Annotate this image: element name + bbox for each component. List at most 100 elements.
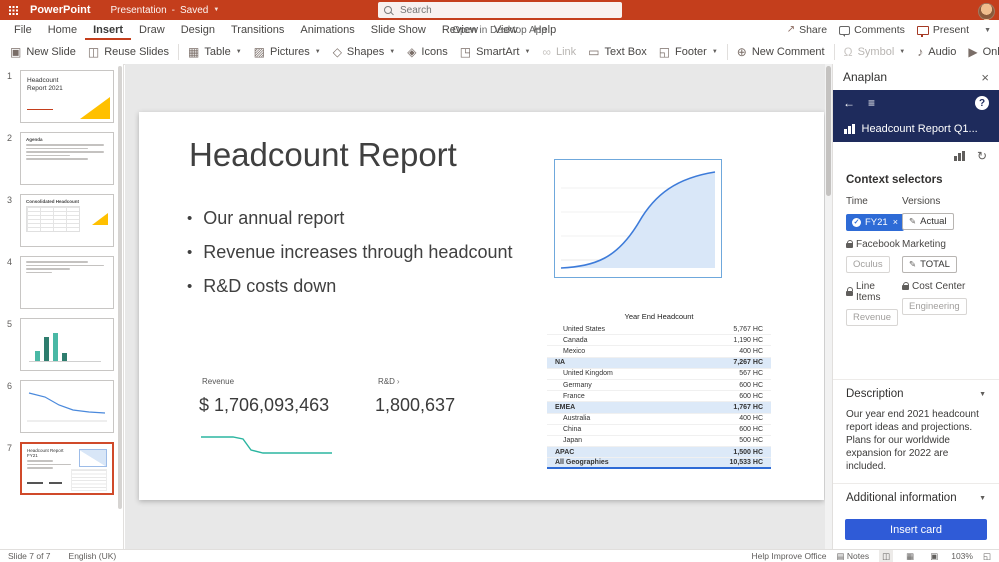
notes-toggle[interactable]: ▤ Notes [837,550,870,562]
slide-thumbnail-6[interactable] [20,380,114,433]
bullet-text: Our annual report [203,208,345,228]
rd-kpi-card[interactable]: R&D › 1,800,637 [375,377,455,416]
slide-thumbnail-3[interactable]: Consolidated Headcount [20,194,114,247]
ribbon-options-chevron-icon[interactable]: ▼ [981,27,994,34]
saved-status[interactable]: Saved [180,5,208,16]
versions-chip[interactable]: ✎ Actual [902,213,954,230]
view-normal-button[interactable]: ◫ [879,549,894,562]
present-icon [916,25,929,37]
view-slide-sorter-button[interactable]: ▦ [903,550,917,562]
mini-bar-chart [35,331,67,361]
document-title[interactable]: Presentation [111,5,167,16]
thumbnails-scrollbar[interactable] [118,66,122,547]
tab-transitions[interactable]: Transitions [223,20,292,40]
footer-icon: ◱ [658,45,671,59]
canvas-scrollbar[interactable] [825,64,832,549]
tab-home[interactable]: Home [40,20,85,40]
search-input[interactable] [398,3,616,17]
tab-draw[interactable]: Draw [131,20,173,40]
new-slide-button[interactable]: ▣ New Slide [4,41,82,63]
axis-line [29,361,101,362]
table-icon: ▦ [188,45,200,59]
card-preview-icon[interactable] [954,151,965,161]
tab-insert[interactable]: Insert [85,20,131,40]
slide-title[interactable]: Headcount Report [189,136,457,174]
chevron-down-icon: ▼ [389,49,396,55]
slide-thumbnail-7-selected[interactable]: Headcount Report FY21 [20,442,114,495]
avatar[interactable] [978,2,995,20]
headcount-table-card[interactable]: Year End Headcount United States 5,767 HC… [547,309,771,470]
new-comment-button[interactable]: ⊕ New Comment [731,41,831,63]
open-in-desktop-button[interactable]: Open in Desktop App [452,20,547,40]
close-icon[interactable]: × [981,71,989,84]
view-slide-show-button[interactable]: ▣ [927,550,941,562]
tab-design[interactable]: Design [173,20,223,40]
search-bar[interactable] [378,2,622,18]
shapes-button[interactable]: ◇ Shapes ▼ [327,41,402,63]
toolbar-label: New Slide [26,46,76,58]
new-slide-icon: ▣ [10,45,22,59]
card-title[interactable]: Headcount Report Q1... [862,123,978,135]
toolbar-label: Footer [675,46,707,58]
additional-info-section-toggle[interactable]: Additional information ▼ [833,484,999,512]
toolbar-label: Pictures [269,46,310,58]
bar-chart-icon [844,124,855,134]
zoom-level[interactable]: 103% [951,550,973,562]
comments-button[interactable]: Comments [839,24,905,37]
revenue-value: $ 1,706,093,463 [199,395,330,415]
slide-thumbnail-4[interactable] [20,256,114,309]
language-button[interactable]: English (UK) [69,550,117,562]
symbol-button: Ω Symbol ▼ [838,41,912,63]
thumbnail-title: Consolidated Headcount [26,199,80,204]
online-video-button[interactable]: ▶ Online Video [962,41,999,63]
toolbar-separator [833,44,835,60]
revenue-kpi-card[interactable]: Revenue $ 1,706,093,463 [199,377,334,460]
slide-thumbnail-5[interactable] [20,318,114,371]
marketing-chip[interactable]: ✎ TOTAL [902,255,957,273]
help-icon[interactable]: ? [975,96,989,110]
context-selectors-heading: Context selectors [846,174,943,186]
table-button[interactable]: ▦ Table ▼ [182,41,248,63]
refresh-icon[interactable]: ↻ [977,150,987,162]
present-button[interactable]: Present [916,24,969,37]
description-section-toggle[interactable]: Description ▼ [833,380,999,408]
text-line [26,268,70,270]
toolbar-label: Text Box [604,46,647,58]
selector-label-cost-center: Cost Center [902,281,986,292]
pictures-button[interactable]: ▨ Pictures ▼ [248,41,327,63]
reuse-slides-button[interactable]: ◫ Reuse Slides [82,41,175,63]
smartart-button[interactable]: ◳ SmartArt ▼ [454,41,537,63]
slide-body-text[interactable]: • Our annual report • Revenue increases … [187,208,512,310]
remove-icon[interactable]: × [893,217,898,227]
slide-thumbnail-2[interactable]: Agenda [20,132,114,185]
toolbar-label: Shapes [346,46,385,58]
selector-label-line-items: Line Items [846,281,902,303]
headcount-chart-card[interactable] [554,159,722,278]
text-box-button[interactable]: ▭ Text Box [582,41,653,63]
fit-slide-icon[interactable]: ◱ [983,550,991,562]
tab-animations[interactable]: Animations [292,20,362,40]
insert-card-button[interactable]: Insert card [845,519,987,540]
edit-icon: ✎ [909,216,917,226]
icons-button[interactable]: ◈ Icons [401,41,454,63]
table-row: Mexico 400 HC [547,346,771,358]
tab-slide-show[interactable]: Slide Show [363,20,434,40]
app-launcher-button[interactable] [0,0,26,20]
back-icon[interactable]: ← [843,97,855,109]
search-icon [384,6,392,14]
chevron-down-icon: ▼ [314,49,321,55]
link-icon: ∞ [542,45,551,59]
menu-icon[interactable]: ≡ [868,97,875,109]
app-name[interactable]: PowerPoint [30,4,91,16]
tab-file[interactable]: File [6,20,40,40]
footer-button[interactable]: ◱ Footer ▼ [653,41,724,63]
time-chip[interactable]: ✓ FY21 × [846,213,904,231]
anaplan-panel: Anaplan × ← ≡ ? Headcount Report Q1... ↻… [832,64,999,549]
slide-thumbnail-1[interactable]: Headcount Report 2021 [20,70,114,123]
toolbar-label: Online Video [982,46,999,58]
help-improve-office-link[interactable]: Help Improve Office [752,550,827,562]
share-button[interactable]: ↗ Share [787,24,827,36]
toolbar-label: Symbol [857,46,895,58]
audio-button[interactable]: ♪ Audio [911,41,962,63]
slide-7-canvas[interactable]: Headcount Report • Our annual report • R… [139,112,824,500]
